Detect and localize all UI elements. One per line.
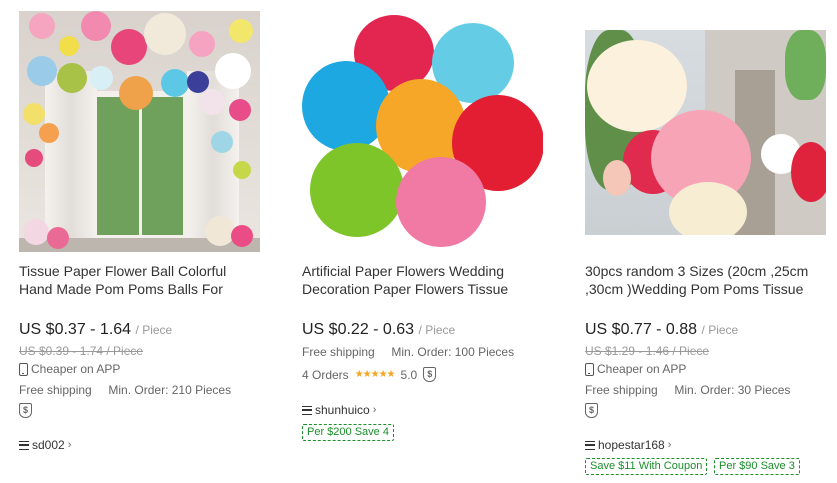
store-name[interactable]: hopestar168	[598, 438, 665, 452]
buyer-protection-3: $	[585, 402, 598, 418]
store-link-1[interactable]: sd002 ›	[19, 438, 71, 452]
price-unit: / Piece	[418, 323, 456, 337]
product-price-3: US $0.77 - 0.88 / Piece	[585, 321, 738, 339]
shipping-row-3: Free shipping Min. Order: 30 Pieces	[585, 383, 790, 397]
product-card-2[interactable]: Artificial Paper Flowers Wedding Decorat…	[302, 0, 547, 441]
min-order-label: Min. Order: 100 Pieces	[391, 345, 515, 359]
original-price-1: US $0.39 - 1.74 / Piece	[19, 344, 144, 358]
price-value: US $0.37 - 1.64	[19, 321, 132, 338]
shield-icon: $	[19, 403, 32, 418]
product-title-line-1[interactable]: 30pcs random 3 Sizes (20cm ,25cm	[585, 262, 830, 280]
cheaper-on-app-3: Cheaper on APP	[585, 362, 686, 376]
rating-value: 5.0	[400, 367, 418, 382]
price-unit: / Piece	[135, 323, 173, 337]
chevron-right-icon: ›	[372, 404, 377, 416]
app-label: Cheaper on APP	[597, 362, 687, 376]
store-link-2[interactable]: shunhuico ›	[302, 403, 376, 417]
min-order-label: Min. Order: 210 Pieces	[108, 383, 232, 397]
product-image-2[interactable]	[302, 11, 543, 252]
price-unit: / Piece	[701, 323, 739, 337]
coupon-badge[interactable]: Per $90 Save 3	[714, 458, 800, 475]
buyer-protection-1: $	[19, 402, 32, 418]
product-title-1[interactable]: Tissue Paper Flower Ball Colorful Hand M…	[19, 262, 264, 298]
store-name[interactable]: sd002	[32, 438, 65, 452]
coupon-badge[interactable]: Save $11 With Coupon	[585, 458, 708, 475]
product-title-3[interactable]: 30pcs random 3 Sizes (20cm ,25cm ,30cm )…	[585, 262, 830, 298]
product-image-1[interactable]	[19, 11, 260, 252]
product-title-line-2[interactable]: Decoration Paper Flowers Tissue	[302, 280, 547, 298]
shipping-label: Free shipping	[585, 383, 658, 397]
product-price-1: US $0.37 - 1.64 / Piece	[19, 321, 172, 339]
product-title-line-2[interactable]: Hand Made Pom Poms Balls For	[19, 280, 264, 298]
shield-icon: $	[585, 403, 598, 418]
shipping-row-1: Free shipping Min. Order: 210 Pieces	[19, 383, 231, 397]
shield-icon: $	[423, 367, 437, 382]
store-link-3[interactable]: hopestar168 ›	[585, 438, 671, 452]
store-icon	[302, 405, 312, 415]
price-value: US $0.77 - 0.88	[585, 321, 698, 338]
product-title-line-1[interactable]: Tissue Paper Flower Ball Colorful	[19, 262, 264, 280]
phone-icon	[585, 362, 594, 376]
product-title-line-1[interactable]: Artificial Paper Flowers Wedding	[302, 262, 547, 280]
original-price-3: US $1.29 - 1.46 / Piece	[585, 344, 710, 358]
orders-count: 4 Orders	[302, 367, 349, 382]
cheaper-on-app-1: Cheaper on APP	[19, 362, 120, 376]
product-card-1[interactable]: Tissue Paper Flower Ball Colorful Hand M…	[19, 0, 264, 452]
orders-rating-row-2: 4 Orders ★★★★★ 5.0 $	[302, 367, 437, 382]
product-card-3[interactable]: 30pcs random 3 Sizes (20cm ,25cm ,30cm )…	[585, 0, 830, 475]
store-name[interactable]: shunhuico	[315, 403, 370, 417]
shipping-row-2: Free shipping Min. Order: 100 Pieces	[302, 345, 514, 359]
shipping-label: Free shipping	[302, 345, 375, 359]
min-order-label: Min. Order: 30 Pieces	[674, 383, 791, 397]
store-icon	[585, 440, 595, 450]
coupon-badge[interactable]: Per $200 Save 4	[302, 424, 394, 441]
chevron-right-icon: ›	[67, 439, 72, 451]
product-price-2: US $0.22 - 0.63 / Piece	[302, 321, 455, 339]
star-rating-icon: ★★★★★	[354, 369, 396, 380]
product-title-2[interactable]: Artificial Paper Flowers Wedding Decorat…	[302, 262, 547, 298]
app-label: Cheaper on APP	[31, 362, 121, 376]
product-image-3[interactable]	[585, 30, 826, 235]
phone-icon	[19, 362, 28, 376]
store-icon	[19, 440, 29, 450]
product-title-line-2[interactable]: ,30cm )Wedding Pom Poms Tissue	[585, 280, 830, 298]
shipping-label: Free shipping	[19, 383, 92, 397]
chevron-right-icon: ›	[667, 439, 672, 451]
price-value: US $0.22 - 0.63	[302, 321, 415, 338]
